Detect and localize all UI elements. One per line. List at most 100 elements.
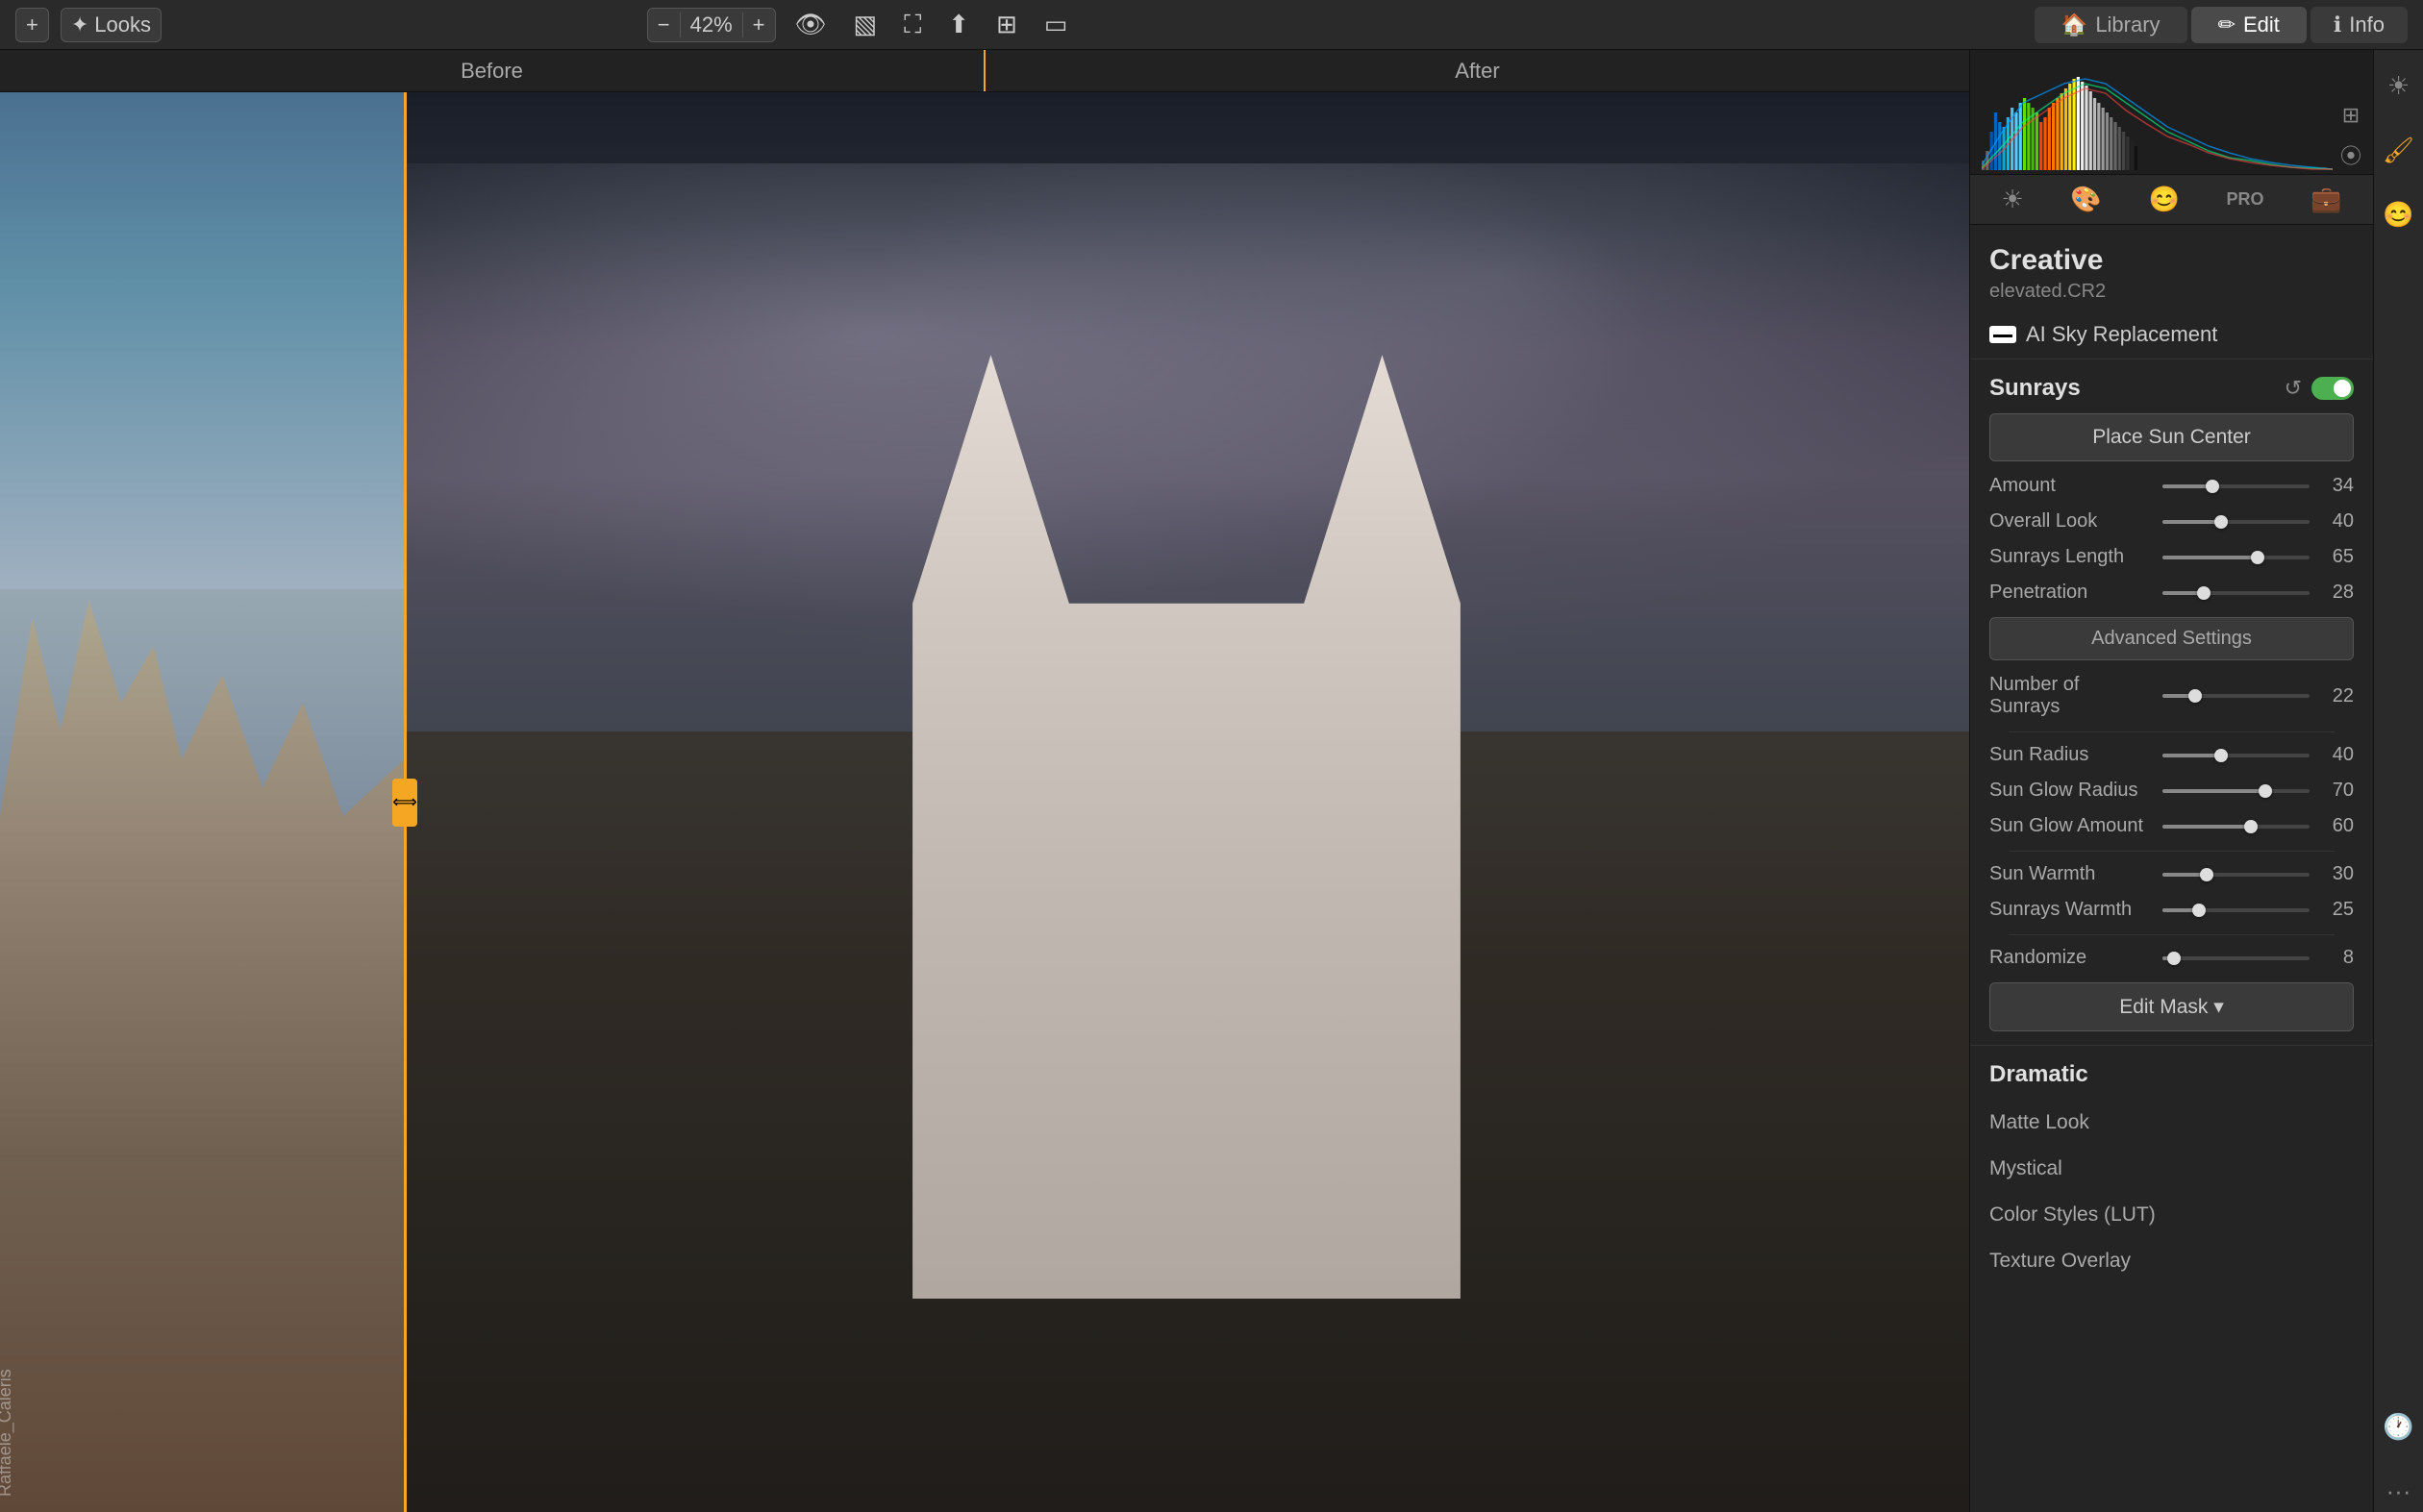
sky-before xyxy=(0,92,404,589)
watermark: Raffaele_Caleris xyxy=(0,1369,15,1497)
canvas-area: Before After Raffaele_Caleris xyxy=(0,50,1969,1512)
sunrays-section: Sunrays ↺ Place Sun Center Amount 34 xyxy=(1970,359,2373,1031)
sunrays-length-thumb[interactable] xyxy=(2251,551,2264,564)
dramatic-title: Dramatic xyxy=(1970,1046,2373,1100)
looks-button[interactable]: ✦ Looks xyxy=(61,8,162,42)
info-button[interactable]: ℹ Info xyxy=(2311,7,2408,43)
toolbar-right: 🏠 Library ✏ Edit ℹ Info xyxy=(2035,7,2408,43)
sun-glow-radius-value: 70 xyxy=(2319,780,2354,802)
sunrays-toggle[interactable] xyxy=(2311,377,2354,400)
overall-look-slider-row: Overall Look 40 xyxy=(1989,510,2354,533)
sun-glow-radius-track[interactable] xyxy=(2162,789,2310,793)
sun-warmth-slider-row: Sun Warmth 30 xyxy=(1989,863,2354,885)
sun-glow-radius-slider-row: Sun Glow Radius 70 xyxy=(1989,780,2354,802)
sun-warmth-track[interactable] xyxy=(2162,873,2310,877)
compare-button[interactable]: ▧ xyxy=(846,6,886,43)
mystical-item[interactable]: Mystical xyxy=(1970,1146,2373,1192)
sun-radius-track[interactable] xyxy=(2162,754,2310,757)
num-sunrays-label: Number of Sunrays xyxy=(1989,674,2153,718)
ai-icon-text: ▬▬ xyxy=(1993,330,2012,340)
before-label: Before xyxy=(0,50,984,91)
penetration-slider-row: Penetration 28 xyxy=(1989,582,2354,604)
sun-glow-amount-fill xyxy=(2162,825,2251,829)
sunrays-warmth-track[interactable] xyxy=(2162,908,2310,912)
eye-icon: 👁 xyxy=(795,10,827,38)
window-button[interactable]: ▭ xyxy=(1037,6,1076,43)
image-container[interactable]: Raffaele_Caleris ⟺ xyxy=(0,92,1969,1512)
penetration-track[interactable] xyxy=(2162,591,2310,595)
zoom-control: − 42% + xyxy=(647,8,776,42)
edit-mask-button[interactable]: Edit Mask ▾ xyxy=(1989,982,2354,1031)
side-history-icon-btn[interactable]: 🕐 xyxy=(2377,1406,2419,1448)
sunrays-reset-button[interactable]: ↺ xyxy=(2285,376,2302,401)
sun-radius-label: Sun Radius xyxy=(1989,744,2153,766)
advanced-settings-button[interactable]: Advanced Settings xyxy=(1989,617,2354,660)
panel-toggle-btn[interactable]: ⦿ xyxy=(2340,139,2361,170)
side-more-icon-btn[interactable]: ··· xyxy=(2381,1471,2417,1512)
side-face-icon-btn[interactable]: 😊 xyxy=(2377,194,2419,235)
sunrays-length-track[interactable] xyxy=(2162,556,2310,559)
library-tab[interactable]: 🏠 Library xyxy=(2035,7,2187,43)
preview-button[interactable]: 👁 xyxy=(787,6,835,43)
num-sunrays-value: 22 xyxy=(2319,685,2354,707)
num-sunrays-track[interactable] xyxy=(2162,694,2310,698)
tab-face-icon[interactable]: 😊 xyxy=(2138,179,2188,220)
sunrays-warmth-slider-row: Sunrays Warmth 25 xyxy=(1989,899,2354,921)
overall-look-thumb[interactable] xyxy=(2214,515,2228,529)
num-sunrays-thumb[interactable] xyxy=(2188,689,2202,703)
sun-glow-amount-thumb[interactable] xyxy=(2244,820,2258,833)
side-brush-icon-btn[interactable]: 🖌 xyxy=(2377,130,2420,171)
zoom-plus-button[interactable]: + xyxy=(743,9,775,41)
layers-icon-btn[interactable]: ⊞ xyxy=(2340,103,2361,128)
randomize-track[interactable] xyxy=(2162,956,2310,960)
grid-icon: ⊞ xyxy=(996,10,1017,38)
texture-overlay-item[interactable]: Texture Overlay xyxy=(1970,1238,2373,1284)
histogram-chart xyxy=(1982,74,2333,170)
overall-look-fill xyxy=(2162,520,2221,524)
panel-content[interactable]: Creative elevated.CR2 ▬▬ AI Sky Replacem… xyxy=(1970,225,2373,1512)
place-sun-button[interactable]: Place Sun Center xyxy=(1989,413,2354,461)
tab-sun-icon[interactable]: ☀ xyxy=(1991,179,2033,220)
window-icon: ▭ xyxy=(1044,10,1068,38)
share-button[interactable]: ⬆ xyxy=(940,6,977,43)
zoom-value[interactable]: 42% xyxy=(680,12,743,37)
sun-radius-thumb[interactable] xyxy=(2214,749,2228,762)
amount-track[interactable] xyxy=(2162,484,2310,488)
before-scene xyxy=(0,92,404,1512)
zoom-minus-button[interactable]: − xyxy=(648,9,680,41)
sun-warmth-thumb[interactable] xyxy=(2200,868,2213,881)
side-sun-icon-btn[interactable]: ☀ xyxy=(2382,65,2415,107)
creative-filename: elevated.CR2 xyxy=(1989,281,2354,303)
after-image xyxy=(404,92,1969,1512)
sunrays-warmth-thumb[interactable] xyxy=(2192,904,2206,917)
tab-bag-icon[interactable]: 💼 xyxy=(2301,179,2351,220)
amount-thumb[interactable] xyxy=(2206,480,2219,493)
split-handle[interactable]: ⟺ xyxy=(392,779,417,827)
grid-button[interactable]: ⊞ xyxy=(988,6,1025,43)
randomize-slider-row: Randomize 8 xyxy=(1989,947,2354,969)
color-styles-item[interactable]: Color Styles (LUT) xyxy=(1970,1192,2373,1238)
sun-radius-value: 40 xyxy=(2319,744,2354,766)
sun-warmth-value: 30 xyxy=(2319,863,2354,885)
edit-tab[interactable]: ✏ Edit xyxy=(2191,7,2307,43)
randomize-value: 8 xyxy=(2319,947,2354,969)
crop-button[interactable]: ⛶ xyxy=(896,6,929,44)
edit-label: Edit xyxy=(2243,12,2280,37)
randomize-thumb[interactable] xyxy=(2167,952,2181,965)
sun-glow-radius-thumb[interactable] xyxy=(2259,784,2272,798)
matte-look-item[interactable]: Matte Look xyxy=(1970,1100,2373,1146)
sun-glow-radius-fill xyxy=(2162,789,2265,793)
add-button[interactable]: + xyxy=(15,8,49,42)
looks-icon: ✦ xyxy=(71,12,88,37)
tab-creative-icon[interactable]: 🎨 xyxy=(2061,179,2111,220)
split-image: Raffaele_Caleris xyxy=(0,92,1969,1512)
add-icon: + xyxy=(26,12,38,37)
penetration-thumb[interactable] xyxy=(2197,586,2211,600)
sun-glow-amount-track[interactable] xyxy=(2162,825,2310,829)
side-icon-rail: ☀ 🖌 😊 🕐 ··· xyxy=(2373,50,2423,1512)
panel-tabs: ☀ 🎨 😊 PRO 💼 xyxy=(1970,175,2373,225)
overall-look-track[interactable] xyxy=(2162,520,2310,524)
tab-pro-icon[interactable]: PRO xyxy=(2217,184,2274,215)
info-label: Info xyxy=(2349,12,2385,37)
creative-header: Creative elevated.CR2 xyxy=(1970,225,2373,310)
